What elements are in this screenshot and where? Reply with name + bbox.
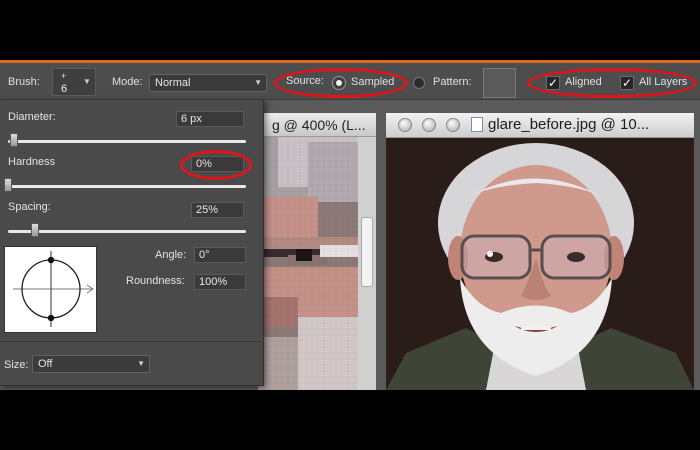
roundness-value: 100% [199,276,228,288]
diameter-value: 6 px [181,113,202,125]
document-window-zoomed[interactable]: g @ 400% (L... [258,113,376,390]
diameter-slider-track[interactable] [8,140,246,143]
brush-size-value: 6 [61,83,68,95]
source-label: Source: [286,75,324,87]
pattern-option[interactable]: Pattern: [433,76,472,88]
zoomed-canvas[interactable] [258,137,358,390]
diameter-label: Diameter: [8,111,56,123]
aligned-checkbox-label[interactable]: Aligned [565,76,602,88]
document-window-main[interactable]: glare_before.jpg @ 10... [386,113,694,390]
mode-label: Mode: [112,76,143,88]
roundness-input[interactable]: 100% [194,274,246,290]
chevron-down-icon: ▼ [83,77,91,86]
scrollbar-thumb[interactable] [361,217,373,287]
document-icon [471,117,483,132]
angle-value: 0° [199,249,210,261]
brush-preview[interactable] [4,246,97,333]
sampled-option[interactable]: Sampled [351,76,394,88]
mode-select[interactable]: Normal ▼ [149,74,267,92]
top-letterbox [0,0,700,60]
document-title: g @ 400% (L... [272,117,366,133]
mode-value: Normal [155,77,191,89]
radio-unselected-icon[interactable] [413,77,425,89]
spacing-label: Spacing: [8,201,51,213]
spacing-value: 25% [196,204,219,216]
close-window-icon[interactable] [398,118,412,132]
size-value: Off [38,358,53,370]
diameter-input[interactable]: 6 px [176,111,244,127]
chevron-down-icon: ▼ [254,78,262,87]
size-select[interactable]: Off ▼ [32,355,150,373]
checkbox-checked-icon[interactable]: ✓ [546,76,560,90]
hardness-input[interactable]: 0% [191,156,244,172]
document-title-bar[interactable]: g @ 400% (L... [258,113,376,137]
minimize-window-icon[interactable] [422,118,436,132]
document-title: glare_before.jpg @ 10... [488,116,650,133]
zoomed-photo [258,137,358,390]
zoom-window-icon[interactable] [446,118,460,132]
spacing-slider-track[interactable] [8,230,246,233]
radio-selected-icon[interactable] [333,77,345,89]
brush-tip-icon: + [61,71,67,81]
checkbox-checked-icon[interactable]: ✓ [620,76,634,90]
diameter-slider-handle[interactable] [10,133,18,147]
hardness-slider-track[interactable] [8,185,246,188]
angle-label: Angle: [155,249,187,261]
spacing-slider-handle[interactable] [31,223,39,237]
brush-preview-icon [13,251,94,327]
document-title-bar[interactable]: glare_before.jpg @ 10... [386,113,694,138]
hardness-slider-handle[interactable] [4,178,12,192]
photo-canvas[interactable] [386,138,694,390]
brush-picker[interactable]: + 6 ▼ [52,68,96,96]
panel-divider [0,341,264,342]
hardness-label: Hardness [8,156,56,168]
all-layers-checkbox-label[interactable]: All Layers [639,76,687,88]
spacing-input[interactable]: 25% [191,202,244,218]
brush-label: Brush: [8,76,40,88]
hardness-value: 0% [196,158,212,170]
pattern-swatch[interactable] [483,68,516,98]
roundness-label: Roundness: [126,275,185,287]
chevron-down-icon: ▼ [137,359,145,368]
bottom-letterbox [0,390,700,450]
size-label: Size: [4,359,29,371]
brush-options-panel: Diameter: 6 px Hardness 0% Spacing: 25% … [0,100,264,386]
angle-input[interactable]: 0° [194,247,246,263]
portrait-photo [386,138,694,390]
